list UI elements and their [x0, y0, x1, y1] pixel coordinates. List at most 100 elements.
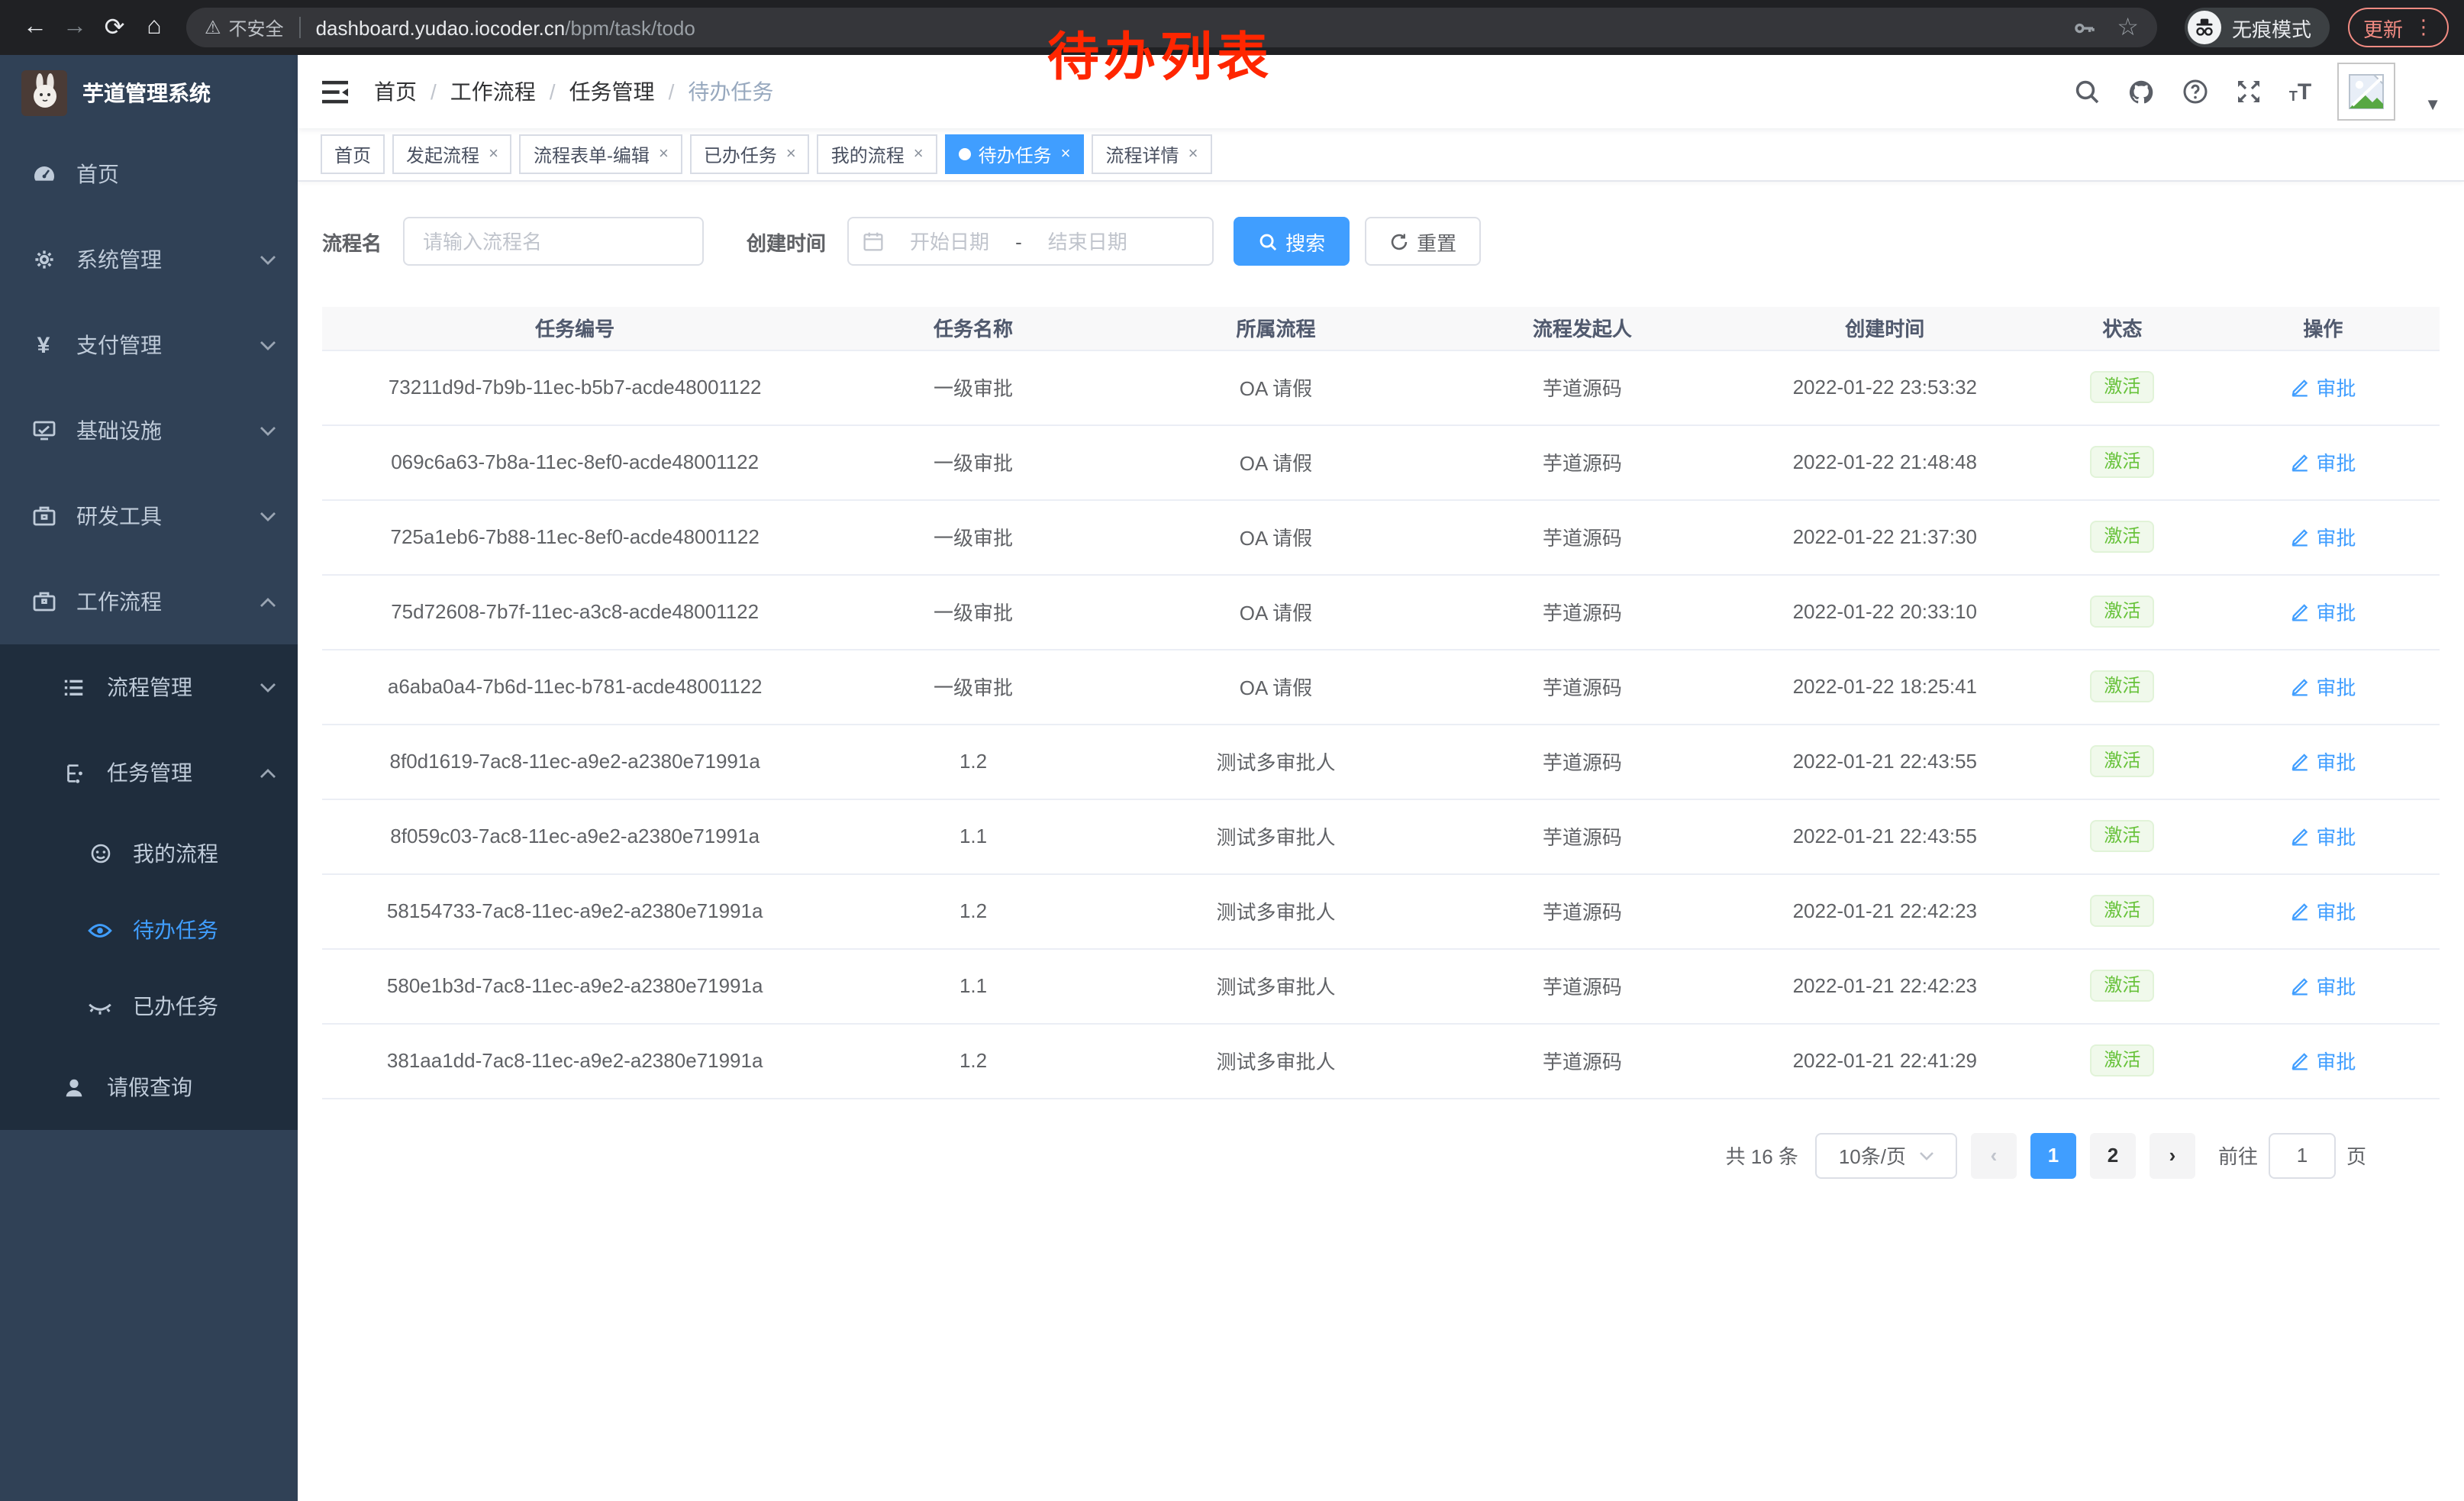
- cell-task-name: 一级审批: [827, 574, 1118, 649]
- eye-icon: [87, 917, 113, 943]
- tab-my-process[interactable]: 我的流程×: [818, 134, 937, 174]
- goto-page: 前往 页: [2218, 1132, 2366, 1178]
- col-create-time: 创建时间: [1732, 307, 2038, 350]
- page-1-button[interactable]: 1: [2030, 1132, 2076, 1178]
- address-divider: [299, 17, 301, 38]
- page-size-select[interactable]: 10条/页: [1815, 1132, 1957, 1178]
- approve-button[interactable]: 审批: [2290, 597, 2356, 626]
- sidebar-item-process-mgmt[interactable]: 流程管理: [0, 644, 298, 730]
- approve-button[interactable]: 审批: [2290, 672, 2356, 701]
- breadcrumb-workflow[interactable]: 工作流程: [450, 76, 536, 107]
- close-icon[interactable]: ×: [489, 145, 498, 163]
- bookmark-star-icon[interactable]: ☆: [2117, 12, 2139, 43]
- close-icon[interactable]: ×: [914, 145, 924, 163]
- status-badge: 激活: [2090, 670, 2154, 702]
- sidebar-item-label: 待办任务: [133, 915, 218, 945]
- reset-button-label: 重置: [1417, 227, 1456, 256]
- sidebar-item-task-mgmt[interactable]: 任务管理: [0, 730, 298, 815]
- cell-starter: 芋道源码: [1433, 424, 1731, 499]
- sidebar-item-infra[interactable]: 基础设施: [0, 388, 298, 473]
- font-size-icon[interactable]: TT: [2289, 80, 2311, 103]
- cell-starter: 芋道源码: [1433, 948, 1731, 1023]
- approve-button[interactable]: 审批: [2290, 447, 2356, 476]
- list-icon: [61, 676, 87, 699]
- breadcrumb-home[interactable]: 首页: [374, 76, 417, 107]
- goto-page-input[interactable]: [2269, 1132, 2336, 1178]
- sidebar-item-system[interactable]: 系统管理: [0, 217, 298, 302]
- tab-form-edit[interactable]: 流程表单-编辑×: [520, 134, 682, 174]
- help-icon[interactable]: [2182, 78, 2210, 105]
- fullscreen-icon[interactable]: [2236, 78, 2263, 105]
- cell-starter: 芋道源码: [1433, 799, 1731, 873]
- approve-button[interactable]: 审批: [2290, 896, 2356, 925]
- tab-todo-tasks[interactable]: 待办任务×: [945, 134, 1085, 174]
- app-frame: 芋道管理系统 首页: [0, 55, 2464, 1501]
- sidebar-logo-row[interactable]: 芋道管理系统: [0, 55, 298, 131]
- breadcrumb-separator: /: [669, 79, 675, 104]
- end-date-input[interactable]: [1028, 230, 1147, 253]
- browser-home-button[interactable]: ⌂: [134, 8, 174, 47]
- prev-page-button[interactable]: ‹: [1971, 1132, 2017, 1178]
- reset-button[interactable]: 重置: [1365, 217, 1481, 266]
- cell-task-name: 1.1: [827, 948, 1118, 1023]
- cell-create-time: 2022-01-22 21:37:30: [1732, 499, 2038, 574]
- date-range-picker[interactable]: -: [847, 217, 1214, 266]
- tab-start-process[interactable]: 发起流程×: [392, 134, 512, 174]
- approve-button[interactable]: 审批: [2290, 373, 2356, 402]
- tab-done-tasks[interactable]: 已办任务×: [690, 134, 810, 174]
- cell-task-id: 725a1eb6-7b88-11ec-8ef0-acde48001122: [322, 499, 827, 574]
- cell-process: 测试多审批人: [1119, 1023, 1433, 1098]
- page-2-button[interactable]: 2: [2090, 1132, 2136, 1178]
- navbar-actions: TT ▼: [2074, 63, 2441, 121]
- password-key-icon[interactable]: [2072, 16, 2095, 39]
- avatar-dropdown-caret-icon[interactable]: ▼: [2424, 96, 2441, 121]
- cell-create-time: 2022-01-21 22:42:23: [1732, 948, 2038, 1023]
- tab-home[interactable]: 首页: [321, 134, 385, 174]
- close-icon[interactable]: ×: [1188, 145, 1198, 163]
- sidebar-item-workflow[interactable]: 工作流程: [0, 559, 298, 644]
- sidebar-item-home[interactable]: 首页: [0, 131, 298, 217]
- github-icon[interactable]: [2127, 77, 2156, 106]
- browser-menu-icon[interactable]: ⋮: [2414, 15, 2433, 40]
- approve-label: 审批: [2316, 822, 2356, 851]
- browser-forward-button[interactable]: →: [55, 8, 95, 47]
- sidebar-item-devtools[interactable]: 研发工具: [0, 473, 298, 559]
- breadcrumb-task-mgmt[interactable]: 任务管理: [569, 76, 655, 107]
- browser-reload-button[interactable]: ⟳: [95, 8, 134, 47]
- sidebar-item-leave-query[interactable]: 请假查询: [0, 1044, 298, 1130]
- start-date-input[interactable]: [890, 230, 1009, 253]
- sidebar-item-todo-tasks[interactable]: 待办任务: [0, 892, 298, 968]
- pagination: 共 16 条 10条/页 ‹ 1 2 › 前往 页: [322, 1132, 2440, 1178]
- chevron-down-icon: [260, 254, 276, 265]
- browser-update-button[interactable]: 更新 ⋮: [2348, 8, 2449, 47]
- approve-label: 审批: [2316, 522, 2356, 551]
- chevron-up-icon: [260, 767, 276, 778]
- sidebar-collapse-icon[interactable]: [321, 79, 350, 105]
- sidebar-item-payment[interactable]: ¥ 支付管理: [0, 302, 298, 388]
- cell-process: OA 请假: [1119, 350, 1433, 424]
- status-badge: 激活: [2090, 1044, 2154, 1077]
- close-icon[interactable]: ×: [786, 145, 796, 163]
- tab-process-detail[interactable]: 流程详情×: [1092, 134, 1212, 174]
- approve-button[interactable]: 审批: [2290, 971, 2356, 1000]
- close-icon[interactable]: ×: [1061, 145, 1071, 163]
- process-name-input[interactable]: [403, 217, 704, 266]
- search-button[interactable]: 搜索: [1234, 217, 1350, 266]
- approve-button[interactable]: 审批: [2290, 522, 2356, 551]
- search-icon[interactable]: [2074, 78, 2101, 105]
- cell-task-name: 一级审批: [827, 424, 1118, 499]
- sidebar-item-done-tasks[interactable]: 已办任务: [0, 968, 298, 1044]
- approve-button[interactable]: 审批: [2290, 1046, 2356, 1075]
- browser-back-button[interactable]: ←: [15, 8, 55, 47]
- cell-starter: 芋道源码: [1433, 499, 1731, 574]
- cell-process: OA 请假: [1119, 499, 1433, 574]
- sidebar-item-label: 基础设施: [76, 415, 162, 446]
- next-page-button[interactable]: ›: [2150, 1132, 2195, 1178]
- approve-button[interactable]: 审批: [2290, 747, 2356, 776]
- approve-button[interactable]: 审批: [2290, 822, 2356, 851]
- address-bar[interactable]: ⚠ 不安全 dashboard.yudao.iocoder.cn/bpm/tas…: [186, 8, 2157, 47]
- close-icon[interactable]: ×: [659, 145, 669, 163]
- sidebar-item-my-process[interactable]: 我的流程: [0, 815, 298, 892]
- update-label: 更新: [2363, 13, 2403, 42]
- avatar[interactable]: [2337, 63, 2395, 121]
